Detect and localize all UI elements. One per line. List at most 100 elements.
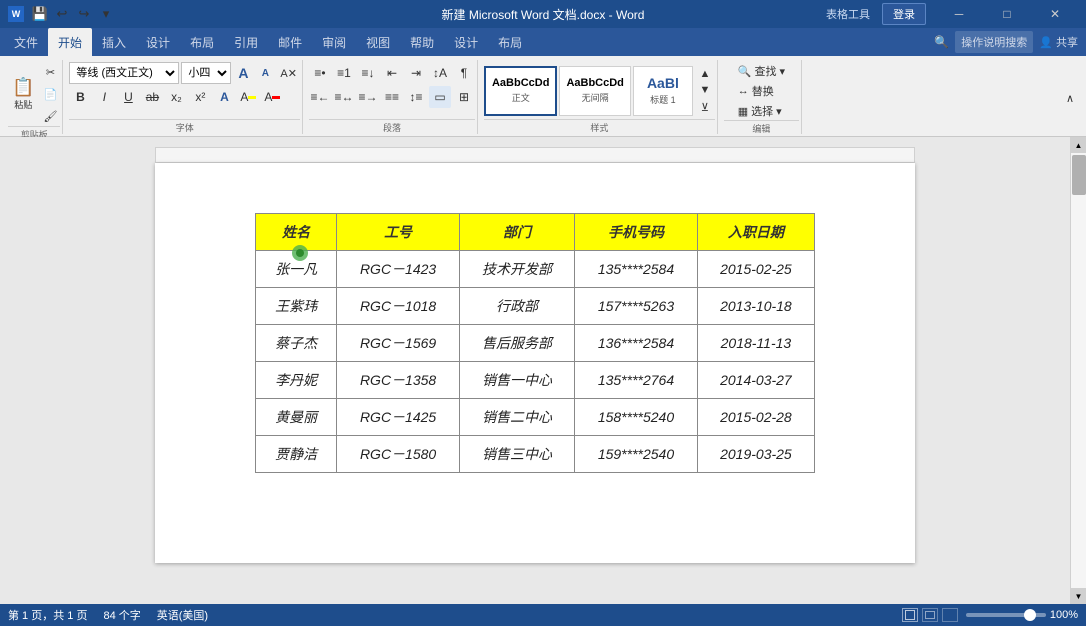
toolbar-row1: 📋 粘贴 ✂ 📄 🖌 剪贴板 等线 (西文正文) 小四 bbox=[6, 60, 1080, 134]
styles-expand[interactable]: ⊻ bbox=[695, 99, 715, 116]
styles-scroll-up[interactable]: ▲ bbox=[695, 66, 715, 83]
table-cell: 2014-03-27 bbox=[697, 362, 814, 399]
save-qat-button[interactable]: 💾 bbox=[30, 4, 50, 24]
align-right-button[interactable]: ≡→ bbox=[357, 86, 379, 108]
font-name-select[interactable]: 等线 (西文正文) bbox=[69, 62, 179, 84]
login-button[interactable]: 登录 bbox=[882, 3, 926, 25]
select-icon: ▦ bbox=[738, 105, 748, 118]
tab-view[interactable]: 视图 bbox=[356, 28, 400, 56]
tab-review[interactable]: 审阅 bbox=[312, 28, 356, 56]
font-grow-button[interactable]: A bbox=[233, 63, 253, 83]
maximize-button[interactable]: □ bbox=[984, 0, 1030, 28]
font-style-row: B I U ab x₂ x² A A A bbox=[69, 86, 283, 108]
text-highlight-button[interactable]: A bbox=[237, 86, 259, 108]
tab-references[interactable]: 引用 bbox=[224, 28, 268, 56]
find-button[interactable]: 🔍 查找 ▾ bbox=[734, 62, 789, 80]
view-web-button[interactable] bbox=[922, 608, 938, 622]
show-marks-button[interactable]: ¶ bbox=[453, 62, 475, 84]
style-no-spacing-label: 无间隔 bbox=[582, 91, 609, 104]
bullet-list-button[interactable]: ≡• bbox=[309, 62, 331, 84]
italic-button[interactable]: I bbox=[93, 86, 115, 108]
tab-table-layout[interactable]: 布局 bbox=[488, 28, 532, 56]
font-color-button[interactable]: A bbox=[261, 86, 283, 108]
scroll-up-button[interactable]: ▲ bbox=[1071, 137, 1086, 153]
style-no-spacing[interactable]: AaBbCcDd 无间隔 bbox=[559, 66, 630, 116]
undo-qat-button[interactable]: ↩ bbox=[52, 4, 72, 24]
table-cell: RGC－1358 bbox=[337, 362, 460, 399]
shading-button[interactable]: ▭ bbox=[429, 86, 451, 108]
number-list-button[interactable]: ≡1 bbox=[333, 62, 355, 84]
table-header-cell: 入职日期 bbox=[697, 214, 814, 251]
table-cell: 黄曼丽 bbox=[256, 399, 337, 436]
share-button[interactable]: 👤 共享 bbox=[1039, 34, 1078, 50]
table-cell: RGC－1569 bbox=[337, 325, 460, 362]
tab-layout[interactable]: 布局 bbox=[180, 28, 224, 56]
decrease-indent-button[interactable]: ⇤ bbox=[381, 62, 403, 84]
tab-help[interactable]: 帮助 bbox=[400, 28, 444, 56]
line-spacing-button[interactable]: ↕≡ bbox=[405, 86, 427, 108]
font-shrink-button[interactable]: A bbox=[255, 63, 275, 83]
search-box[interactable]: 操作说明搜索 bbox=[955, 31, 1033, 53]
table-cell: 2015-02-25 bbox=[697, 251, 814, 288]
subscript-button[interactable]: x₂ bbox=[165, 86, 187, 108]
style-normal[interactable]: AaBbCcDd 正文 bbox=[484, 66, 557, 116]
style-heading1[interactable]: AaBl 标题 1 bbox=[633, 66, 693, 116]
multilevel-list-button[interactable]: ≡↓ bbox=[357, 62, 379, 84]
table-cell: 行政部 bbox=[459, 288, 574, 325]
format-painter-button[interactable]: 🖌 bbox=[40, 106, 60, 126]
view-buttons bbox=[902, 608, 958, 622]
cut-button[interactable]: ✂ bbox=[40, 62, 60, 82]
vertical-scrollbar[interactable]: ▲ ▼ bbox=[1070, 137, 1086, 604]
align-left-button[interactable]: ≡← bbox=[309, 86, 331, 108]
zoom-level[interactable]: 100% bbox=[1050, 609, 1078, 621]
styles-scroll-down[interactable]: ▼ bbox=[695, 82, 715, 99]
more-qat-button[interactable]: ▾ bbox=[96, 4, 116, 24]
zoom-slider[interactable] bbox=[966, 613, 1046, 617]
sort-button[interactable]: ↕A bbox=[429, 62, 451, 84]
align-center-button[interactable]: ≡↔ bbox=[333, 86, 355, 108]
table-cell: 销售二中心 bbox=[459, 399, 574, 436]
table-cell: 销售一中心 bbox=[459, 362, 574, 399]
tab-file[interactable]: 文件 bbox=[4, 28, 48, 56]
format-clear-button[interactable]: A✕ bbox=[277, 63, 300, 83]
language-indicator[interactable]: 英语(美国) bbox=[157, 607, 208, 623]
table-cell: 135****2764 bbox=[575, 362, 698, 399]
scroll-track bbox=[1071, 153, 1086, 588]
scroll-down-button[interactable]: ▼ bbox=[1071, 588, 1086, 604]
text-effect-button[interactable]: A bbox=[213, 86, 235, 108]
tab-mailings[interactable]: 邮件 bbox=[268, 28, 312, 56]
view-read-button[interactable] bbox=[942, 608, 958, 622]
select-button[interactable]: ▦ 选择 ▾ bbox=[734, 102, 786, 120]
tab-table-design[interactable]: 设计 bbox=[444, 28, 488, 56]
superscript-button[interactable]: x² bbox=[189, 86, 211, 108]
font-group: 等线 (西文正文) 小四 A A A✕ B I U ab x₂ x² A bbox=[67, 60, 303, 134]
font-name-row: 等线 (西文正文) 小四 A A A✕ bbox=[69, 62, 300, 84]
bold-button[interactable]: B bbox=[69, 86, 91, 108]
paste-button[interactable]: 📋 粘贴 bbox=[8, 68, 38, 120]
tab-insert[interactable]: 插入 bbox=[92, 28, 136, 56]
find-icon: 🔍 bbox=[738, 65, 752, 78]
tab-home[interactable]: 开始 bbox=[48, 28, 92, 56]
redo-qat-button[interactable]: ↪ bbox=[74, 4, 94, 24]
editing-content: 🔍 查找 ▾ ↔ 替换 ▦ 选择 ▾ bbox=[734, 62, 789, 120]
justify-button[interactable]: ≡≡ bbox=[381, 86, 403, 108]
strikethrough-button[interactable]: ab bbox=[141, 86, 163, 108]
close-button[interactable]: ✕ bbox=[1032, 0, 1078, 28]
replace-button[interactable]: ↔ 替换 bbox=[734, 82, 778, 100]
increase-indent-button[interactable]: ⇥ bbox=[405, 62, 427, 84]
copy-button[interactable]: 📄 bbox=[40, 84, 60, 104]
minimize-button[interactable]: ─ bbox=[936, 0, 982, 28]
search-icon: 🔍 bbox=[934, 35, 949, 49]
font-size-select[interactable]: 小四 bbox=[181, 62, 231, 84]
share-label: 共享 bbox=[1056, 34, 1078, 50]
tab-design[interactable]: 设计 bbox=[136, 28, 180, 56]
collapse-ribbon-button[interactable]: ∧ bbox=[1060, 88, 1080, 108]
underline-button[interactable]: U bbox=[117, 86, 139, 108]
table-cell: 2013-10-18 bbox=[697, 288, 814, 325]
style-heading1-label: 标题 1 bbox=[650, 93, 676, 106]
view-print-button[interactable] bbox=[902, 608, 918, 622]
table-cell: RGC－1423 bbox=[337, 251, 460, 288]
zoom-thumb[interactable] bbox=[1024, 609, 1036, 621]
scroll-thumb[interactable] bbox=[1072, 155, 1086, 195]
borders-button[interactable]: ⊞ bbox=[453, 86, 475, 108]
